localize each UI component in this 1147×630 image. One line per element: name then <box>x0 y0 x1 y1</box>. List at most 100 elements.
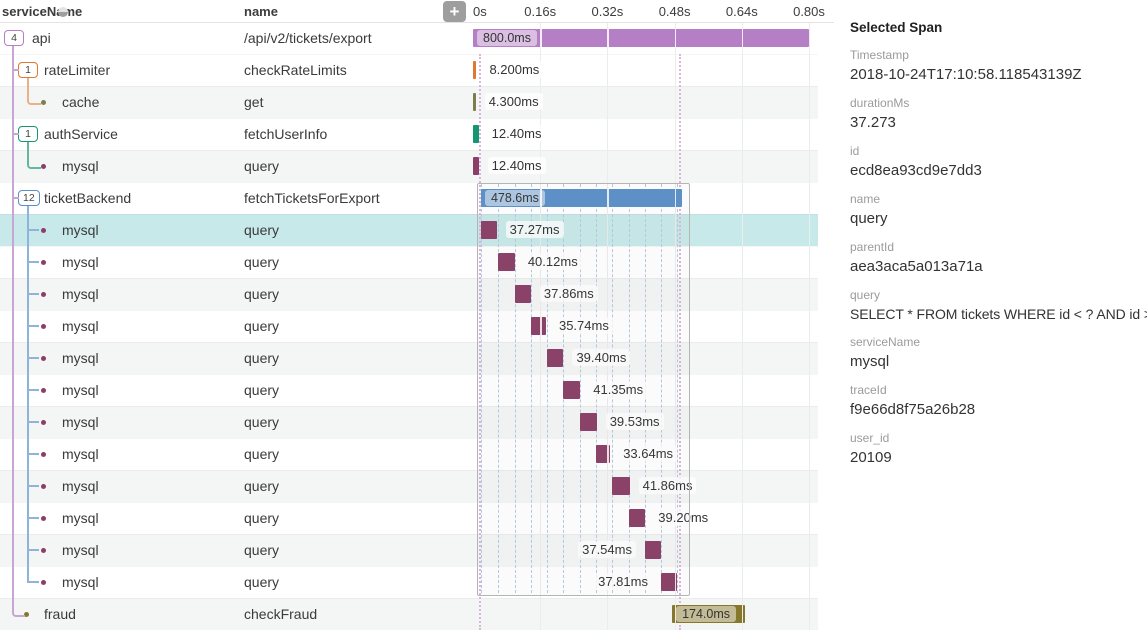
zoom-in-button[interactable]: + <box>443 1 466 22</box>
span-dot-icon <box>41 484 46 489</box>
tree-connector <box>12 133 19 135</box>
span-field-label: parentId <box>850 240 1147 254</box>
span-service-name: mysql <box>62 566 99 598</box>
span-row[interactable] <box>0 438 818 470</box>
bar-grid-divider <box>742 29 744 47</box>
span-service-name: mysql <box>62 214 99 246</box>
span-operation-name: fetchUserInfo <box>244 118 327 150</box>
span-service-name: mysql <box>62 470 99 502</box>
span-service-name: mysql <box>62 502 99 534</box>
bar-grid-divider <box>540 29 542 47</box>
bar-grid-divider <box>742 605 744 623</box>
span-field-label: user_id <box>850 431 1147 445</box>
span-service-name: api <box>32 22 51 54</box>
span-service-name: rateLimiter <box>44 54 110 86</box>
span-duration-bar[interactable] <box>473 93 476 111</box>
axis-tick-label: 0.32s <box>591 4 623 19</box>
tree-connector <box>27 142 41 169</box>
span-dot-icon <box>41 580 46 585</box>
span-field-value: ecd8ea93cd9e7dd3 <box>850 162 1147 179</box>
span-row[interactable] <box>0 406 818 438</box>
span-row[interactable] <box>0 118 818 150</box>
span-operation-name: query <box>244 342 279 374</box>
timeline-selection-box[interactable] <box>477 183 690 596</box>
span-service-name: fraud <box>44 598 76 630</box>
span-row[interactable] <box>0 342 818 374</box>
span-row[interactable] <box>0 310 818 342</box>
span-field-label: name <box>850 192 1147 206</box>
span-field-value: 20109 <box>850 449 1147 466</box>
span-duration-label: 12.40ms <box>488 125 546 142</box>
span-row[interactable] <box>0 534 818 566</box>
tree-connector <box>27 421 39 423</box>
span-operation-name: /api/v2/tickets/export <box>244 22 372 54</box>
axis-tick-label: 0s <box>473 4 487 19</box>
span-service-name: mysql <box>62 406 99 438</box>
axis-tick-label: 0.48s <box>659 4 691 19</box>
grid-line <box>742 22 743 630</box>
span-dot-icon <box>41 516 46 521</box>
trace-detail-page: serviceName name + 0s 0.16s 0.32s 0.48s 0.64… <box>0 0 1147 630</box>
axis-tick-label: 0.64s <box>726 4 758 19</box>
span-dot-icon <box>41 452 46 457</box>
tree-connector <box>27 453 39 455</box>
span-row[interactable] <box>0 214 818 246</box>
tree-connector <box>27 325 39 327</box>
span-field-label: query <box>850 288 1147 302</box>
span-row[interactable] <box>0 246 818 278</box>
span-row[interactable] <box>0 374 818 406</box>
service-column-header[interactable]: serviceName <box>2 4 82 19</box>
span-duration-label: 4.300ms <box>485 93 543 110</box>
span-field-label: durationMs <box>850 96 1147 110</box>
tree-trunk-api <box>12 46 25 617</box>
span-operation-name: query <box>244 566 279 598</box>
span-field-label: traceId <box>850 383 1147 397</box>
span-service-name: mysql <box>62 534 99 566</box>
span-service-name: mysql <box>62 310 99 342</box>
span-row[interactable] <box>0 86 818 118</box>
span-dot-icon <box>41 548 46 553</box>
name-column-header[interactable]: name <box>244 4 278 19</box>
span-duration-bar[interactable] <box>473 157 478 175</box>
panel-title: Selected Span <box>850 20 1147 35</box>
tree-connector <box>27 389 39 391</box>
span-operation-name: query <box>244 534 279 566</box>
span-dot-icon <box>41 324 46 329</box>
span-dot-icon <box>41 100 46 105</box>
span-duration-bar[interactable]: 174.0ms <box>672 605 745 623</box>
span-operation-name: checkRateLimits <box>244 54 347 86</box>
span-field-value: 2018-10-24T17:10:58.118543139Z <box>850 66 1147 83</box>
span-row[interactable] <box>0 150 818 182</box>
span-operation-name: query <box>244 406 279 438</box>
span-row[interactable] <box>0 566 818 598</box>
span-field-label: id <box>850 144 1147 158</box>
trace-waterfall: serviceName name + 0s 0.16s 0.32s 0.48s 0.64… <box>0 0 834 630</box>
span-operation-name: get <box>244 86 263 118</box>
span-duration-bar[interactable]: 800.0ms <box>473 29 809 47</box>
span-row[interactable] <box>0 278 818 310</box>
span-row[interactable] <box>0 54 818 86</box>
tree-connector <box>27 485 39 487</box>
axis-tick-label: 0.16s <box>524 4 556 19</box>
span-count-badge[interactable]: 4 <box>4 30 24 46</box>
span-service-name: authService <box>44 118 118 150</box>
span-dot-icon <box>41 228 46 233</box>
tree-connector <box>27 517 39 519</box>
span-service-name: ticketBackend <box>44 182 131 214</box>
span-operation-name: query <box>244 246 279 278</box>
sort-icon[interactable] <box>58 7 68 17</box>
span-field-value: mysql <box>850 353 1147 370</box>
span-duration-bar[interactable] <box>473 61 476 79</box>
tree-connector <box>27 229 39 231</box>
span-dot-icon <box>41 356 46 361</box>
span-operation-name: query <box>244 150 279 182</box>
tree-connector <box>27 357 39 359</box>
span-duration-label: 8.200ms <box>485 61 543 78</box>
span-service-name: cache <box>62 86 99 118</box>
span-service-name: mysql <box>62 150 99 182</box>
span-operation-name: query <box>244 278 279 310</box>
waterfall-header: serviceName name + 0s 0.16s 0.32s 0.48s 0.64… <box>0 0 834 23</box>
span-duration-bar[interactable] <box>473 125 478 143</box>
span-operation-name: query <box>244 470 279 502</box>
tree-connector <box>12 197 19 199</box>
